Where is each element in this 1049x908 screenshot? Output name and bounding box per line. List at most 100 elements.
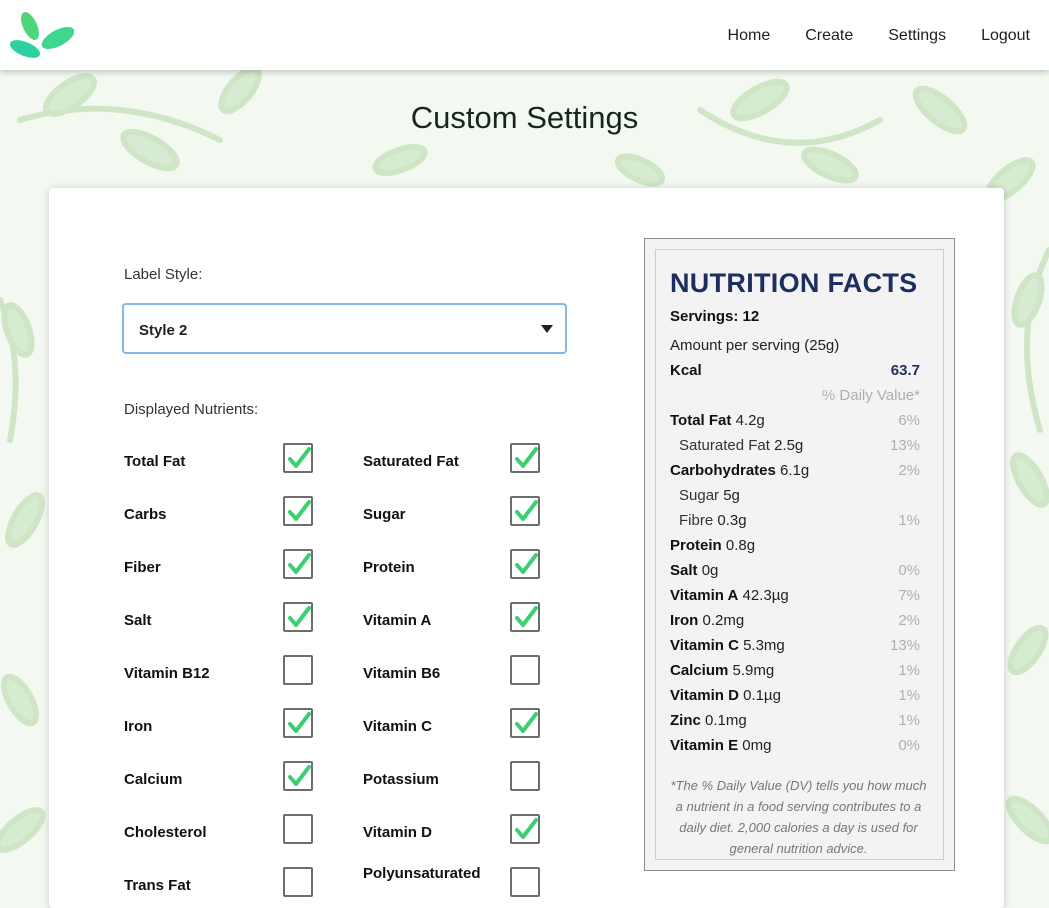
- nutrient-checkbox-potassium[interactable]: [510, 761, 540, 791]
- nutrient-checkbox-vitamin-a[interactable]: [510, 602, 540, 632]
- nav-home-link[interactable]: Home: [728, 27, 771, 45]
- nutrition-facts-label: NUTRITION FACTS Servings: 12 Amount per …: [655, 249, 944, 860]
- facts-row-value: 42.3µg: [742, 587, 789, 604]
- nutrient-checkbox-sugar[interactable]: [510, 496, 540, 526]
- facts-row-daily-percent: 13%: [889, 437, 920, 454]
- nutrient-label-vitamin-b12: Vitamin B12: [124, 665, 210, 682]
- nutrient-label-protein: Protein: [363, 559, 415, 576]
- nutrient-label-vitamin-c: Vitamin C: [363, 718, 432, 735]
- nutrient-checkbox-vitamin-c[interactable]: [510, 708, 540, 738]
- facts-row-name: Vitamin D: [670, 687, 739, 704]
- check-icon: [515, 553, 538, 574]
- nutrient-row: Fiber Protein: [49, 548, 609, 588]
- check-icon: [515, 606, 538, 627]
- daily-value-header: % Daily Value*: [821, 387, 920, 404]
- facts-row-carbohydrates: Carbohydrates 6.1g 2%: [670, 462, 920, 482]
- nutrient-row: Calcium Potassium: [49, 760, 609, 800]
- nutrient-row: Trans Fat Polyunsaturated: [49, 865, 609, 906]
- nutrient-checkbox-iron[interactable]: [283, 708, 313, 738]
- nutrient-checkbox-total-fat[interactable]: [283, 443, 313, 473]
- facts-row-name: Vitamin C: [670, 637, 739, 654]
- facts-row-daily-percent: 0%: [898, 562, 920, 579]
- nutrient-checkbox-protein[interactable]: [510, 549, 540, 579]
- nutrient-label-saturated-fat: Saturated Fat: [363, 453, 459, 470]
- nutrient-checkbox-trans-fat[interactable]: [283, 867, 313, 897]
- check-icon: [515, 818, 538, 839]
- nutrient-checkbox-vitamin-b6[interactable]: [510, 655, 540, 685]
- nutrient-checkbox-salt[interactable]: [283, 602, 313, 632]
- nutrient-label-salt: Salt: [124, 612, 152, 629]
- settings-card: Label Style: Style 2 Displayed Nutrients…: [49, 188, 1004, 908]
- facts-row-salt: Salt 0g 0%: [670, 562, 920, 582]
- nutrient-label-vitamin-b6: Vitamin B6: [363, 665, 441, 682]
- top-navbar: Home Create Settings Logout: [0, 0, 1049, 70]
- nutrient-label-total-fat: Total Fat: [124, 453, 186, 470]
- check-icon: [288, 712, 311, 733]
- label-style-selected-value: Style 2: [139, 322, 188, 339]
- nutrition-facts-preview: NUTRITION FACTS Servings: 12 Amount per …: [644, 238, 955, 871]
- nutrition-facts-title: NUTRITION FACTS: [670, 268, 918, 298]
- check-icon: [288, 500, 311, 521]
- nutrient-label-carbs: Carbs: [124, 506, 167, 523]
- nutrient-row: Carbs Sugar: [49, 495, 609, 535]
- leaf-logo-icon[interactable]: [8, 9, 74, 61]
- facts-row-fibre: Fibre 0.3g 1%: [679, 512, 920, 532]
- nutrient-row: Vitamin B12 Vitamin B6: [49, 654, 609, 694]
- nav-create-link[interactable]: Create: [805, 27, 853, 45]
- nav-logout-link[interactable]: Logout: [981, 27, 1030, 45]
- nutrient-checkbox-carbs[interactable]: [283, 496, 313, 526]
- facts-row-name: Fibre: [679, 512, 714, 529]
- facts-row-vitamin-e: Vitamin E 0mg 0%: [670, 737, 920, 757]
- nutrient-label-polyunsaturated: Polyunsaturated: [363, 865, 481, 882]
- daily-value-footnote: *The % Daily Value (DV) tells you how mu…: [670, 778, 927, 856]
- nutrient-label-calcium: Calcium: [124, 771, 183, 788]
- facts-row-vitamin-c: Vitamin C 5.3mg 13%: [670, 637, 920, 657]
- label-style-label: Label Style:: [124, 266, 203, 283]
- facts-row-value: 0.1mg: [705, 712, 747, 729]
- facts-row-daily-percent: 7%: [898, 587, 920, 604]
- check-icon: [515, 447, 538, 468]
- facts-row-iron: Iron 0.2mg 2%: [670, 612, 920, 632]
- facts-row-value: 0.1µg: [743, 687, 781, 704]
- facts-row-value: 4.2g: [735, 412, 765, 429]
- facts-row-value: 5.9mg: [732, 662, 775, 679]
- nutrient-checkbox-cholesterol[interactable]: [283, 814, 313, 844]
- nutrient-row: Iron Vitamin C: [49, 707, 609, 747]
- facts-row-name: Carbohydrates: [670, 462, 776, 479]
- facts-row-name: Vitamin A: [670, 587, 739, 604]
- facts-row-value: 2.5g: [774, 437, 804, 454]
- nutrient-label-vitamin-a: Vitamin A: [363, 612, 432, 629]
- nutrient-checkbox-vitamin-d[interactable]: [510, 814, 540, 844]
- check-icon: [288, 606, 311, 627]
- kcal-label: Kcal: [670, 362, 702, 379]
- nutrient-label-sugar: Sugar: [363, 506, 406, 523]
- facts-row-daily-percent: 1%: [898, 512, 920, 529]
- nutrient-label-iron: Iron: [124, 718, 153, 735]
- nutrient-checkbox-vitamin-b12[interactable]: [283, 655, 313, 685]
- check-icon: [288, 447, 311, 468]
- facts-row-name: Sugar: [679, 487, 720, 504]
- nav-settings-link[interactable]: Settings: [888, 27, 946, 45]
- facts-row-value: 0g: [701, 562, 719, 579]
- nutrient-label-potassium: Potassium: [363, 771, 439, 788]
- nutrient-checkbox-polyunsaturated[interactable]: [510, 867, 540, 897]
- nutrient-checkbox-saturated-fat[interactable]: [510, 443, 540, 473]
- facts-row-vitamin-d: Vitamin D 0.1µg 1%: [670, 687, 920, 707]
- facts-row-vitamin-a: Vitamin A 42.3µg 7%: [670, 587, 920, 607]
- facts-row-name: Calcium: [670, 662, 729, 679]
- nav-links: Home Create Settings Logout: [693, 27, 1030, 45]
- check-icon: [288, 765, 311, 786]
- nutrient-checkbox-calcium[interactable]: [283, 761, 313, 791]
- nutrient-label-cholesterol: Cholesterol: [124, 824, 207, 841]
- facts-row-sugar: Sugar 5g: [679, 487, 920, 507]
- nutrient-row: Total Fat Saturated Fat: [49, 442, 609, 482]
- facts-row-name: Vitamin E: [670, 737, 739, 754]
- facts-row-daily-percent: 2%: [898, 462, 920, 479]
- amount-per-serving: Amount per serving (25g): [670, 337, 840, 354]
- facts-row-value: 0mg: [742, 737, 772, 754]
- facts-row-value: 0.3g: [717, 512, 747, 529]
- nutrient-label-fiber: Fiber: [124, 559, 161, 576]
- facts-row-name: Iron: [670, 612, 699, 629]
- nutrient-checkbox-fiber[interactable]: [283, 549, 313, 579]
- label-style-select[interactable]: Style 2: [122, 303, 567, 354]
